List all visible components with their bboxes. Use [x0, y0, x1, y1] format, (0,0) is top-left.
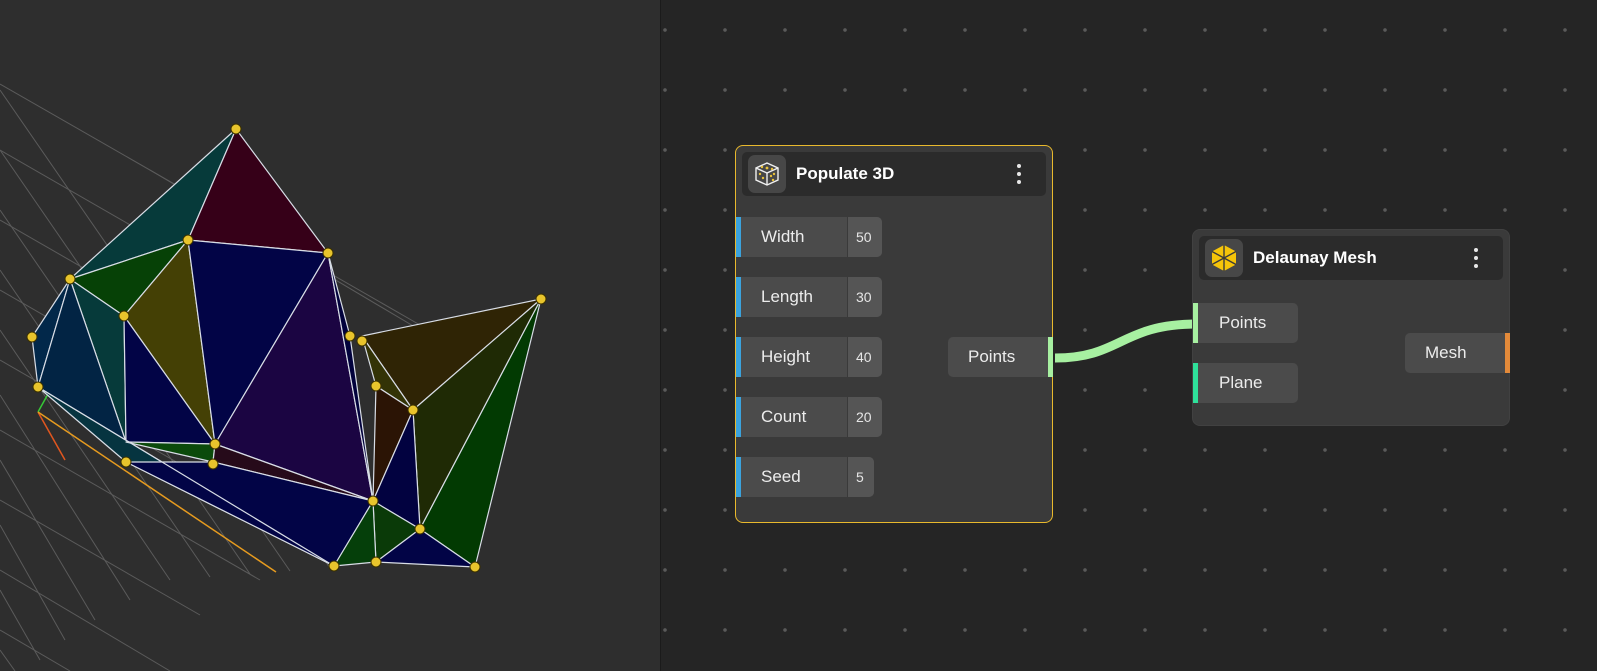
param-label: Length	[761, 287, 813, 306]
delaunay-mesh-node[interactable]: Delaunay Mesh Points Plane Mesh	[1192, 229, 1510, 426]
3d-viewport[interactable]	[0, 0, 661, 671]
node-header[interactable]: Populate 3D	[742, 152, 1046, 196]
mesh-output-port[interactable]: Mesh	[1405, 333, 1510, 373]
node-title: Populate 3D	[796, 164, 895, 183]
param-height[interactable]: Height 40	[736, 337, 882, 377]
plane-input-port[interactable]: Plane	[1193, 363, 1298, 403]
axis-y-line	[37, 393, 49, 413]
points-output-port[interactable]: Points	[948, 337, 1053, 377]
points-connection-wire[interactable]	[1054, 319, 1198, 363]
param-seed[interactable]: Seed 5	[736, 457, 874, 497]
node-header[interactable]: Delaunay Mesh	[1199, 236, 1503, 280]
port-label: Plane	[1219, 373, 1263, 392]
param-width[interactable]: Width 50	[736, 217, 882, 257]
param-label: Count	[761, 407, 807, 426]
node-graph-canvas[interactable]: Populate 3D Width 50 Length 30 Height 40…	[661, 0, 1597, 671]
port-label: Points	[1219, 313, 1267, 332]
node-title: Delaunay Mesh	[1253, 248, 1377, 267]
dice-icon	[748, 155, 786, 193]
mesh-preview	[0, 83, 547, 671]
more-options-icon[interactable]	[1012, 161, 1026, 187]
delaunay-mesh	[31, 128, 542, 568]
param-value-input[interactable]: 30	[847, 277, 882, 317]
more-options-icon[interactable]	[1469, 245, 1483, 271]
port-label: Points	[968, 347, 1016, 366]
param-value-input[interactable]: 5	[847, 457, 874, 497]
param-label: Width	[761, 227, 805, 246]
delaunay-icon	[1205, 239, 1243, 277]
points-input-port[interactable]: Points	[1193, 303, 1298, 343]
param-value-input[interactable]: 40	[847, 337, 882, 377]
populate-3d-node[interactable]: Populate 3D Width 50 Length 30 Height 40…	[735, 145, 1053, 523]
param-length[interactable]: Length 30	[736, 277, 882, 317]
param-value-input[interactable]: 20	[847, 397, 882, 437]
param-count[interactable]: Count 20	[736, 397, 882, 437]
param-value-input[interactable]: 50	[847, 217, 882, 257]
port-label: Mesh	[1425, 343, 1467, 362]
param-label: Height	[761, 347, 811, 366]
param-label: Seed	[761, 467, 801, 486]
